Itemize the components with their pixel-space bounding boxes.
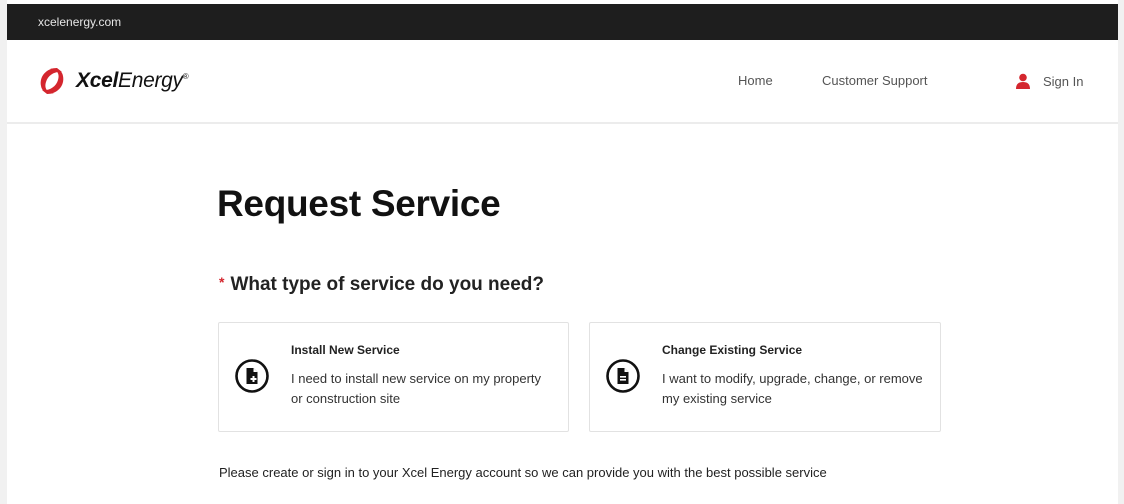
sign-in-link[interactable]: Sign In [1016,69,1083,93]
install-document-icon [234,358,270,394]
logo-name: Xcel [76,69,118,92]
sign-in-label: Sign In [1043,73,1084,89]
logo-wordmark: XcelEnergy® [76,69,189,93]
option-title: Install New Service [291,343,400,357]
xcel-swoosh-logo-icon [40,68,64,94]
service-type-question: * What type of service do you need? [219,274,544,296]
sign-in-prompt-text: Please create or sign in to your Xcel En… [219,465,827,480]
window-edge-right [1118,0,1124,504]
user-icon [1016,73,1030,89]
logo-registered-mark: ® [182,72,189,81]
required-marker: * [219,274,225,290]
change-existing-service-option[interactable]: Change Existing Service I want to modify… [589,322,941,432]
question-text: What type of service do you need? [230,274,545,295]
site-header: XcelEnergy® Home Customer Support Sign I… [7,40,1118,124]
xcel-logo[interactable]: XcelEnergy® [35,62,189,100]
logo-name-light: Energy [118,69,183,92]
option-description: I need to install new service on my prop… [291,371,542,406]
nav-customer-support-link[interactable]: Customer Support [822,73,928,88]
page: xcelenergy.com XcelEnergy® Home Customer… [0,0,1124,504]
window-edge-left [0,0,7,504]
url-text[interactable]: xcelenergy.com [38,4,121,40]
change-document-icon [605,358,641,394]
page-title: Request Service [217,183,501,224]
option-description: I want to modify, upgrade, change, or re… [662,371,923,406]
browser-url-bar[interactable]: xcelenergy.com [7,4,1118,40]
nav-home-link[interactable]: Home [738,73,773,88]
install-new-service-option[interactable]: Install New Service I need to install ne… [218,322,569,432]
option-title: Change Existing Service [662,343,803,357]
